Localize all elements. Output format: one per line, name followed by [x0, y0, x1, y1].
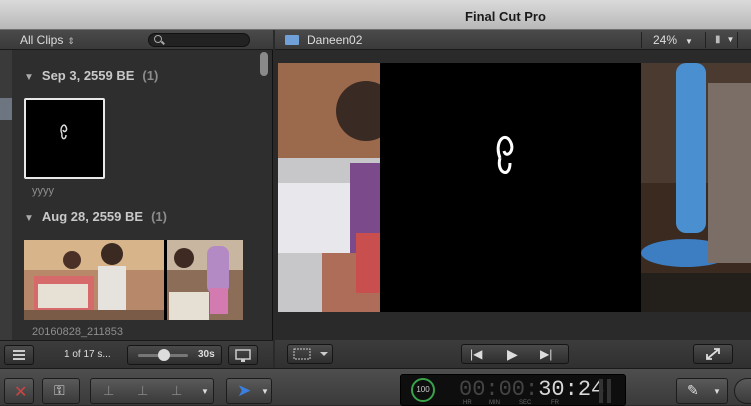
event-group-header[interactable]: ▼ Sep 3, 2559 BE (1) [24, 68, 158, 83]
crop-icon [293, 348, 328, 360]
list-view-icon [13, 350, 25, 360]
browser-search-field[interactable] [148, 33, 250, 47]
divider [737, 32, 738, 48]
fullscreen-button[interactable] [693, 344, 733, 364]
connect-clip-button[interactable]: ⊥ [103, 383, 114, 399]
append-clip-button[interactable]: ⊥ [171, 383, 182, 399]
zoom-dropdown[interactable]: 24% ▼ [653, 33, 693, 47]
clip-appearance-button[interactable] [228, 345, 258, 365]
chevron-down-icon: ▼ [685, 37, 693, 46]
viewer-clip-name: Daneen02 [307, 33, 363, 47]
video-frame [278, 63, 751, 312]
clapper-icon [285, 35, 299, 45]
viewer-footer: |◀ ▶ ▶| [275, 340, 751, 368]
go-to-end-button[interactable]: ▶| [540, 347, 552, 361]
timecode-unit-sec: SEC [519, 400, 532, 406]
selection-status: 1 of 17 s... [64, 349, 111, 360]
magic-wand-icon: ✎ [687, 382, 699, 398]
clip-label: 20160828_211853 [32, 326, 123, 338]
divider [705, 32, 706, 48]
keyword-editor-button[interactable]: ⚿ [42, 378, 80, 404]
zoom-level: 24% [653, 33, 678, 47]
timecode-unit-min: MIN [489, 400, 500, 406]
gauge-value: 100 [416, 385, 430, 394]
clip-filter-label: All Clips [20, 33, 64, 47]
play-button[interactable]: ▶ [507, 346, 518, 363]
browser-header: All Clips ⇕ [0, 30, 273, 50]
stepper-arrows-icon: ⇕ [67, 36, 75, 46]
filmstrip-frames [24, 240, 243, 320]
app-title: Final Cut Pro [465, 9, 546, 24]
chevron-down-icon: ▼ [713, 387, 721, 396]
disclosure-triangle-icon[interactable]: ▼ [24, 72, 34, 83]
library-sidebar-edge[interactable] [0, 50, 12, 368]
key-icon: ⚿ [54, 382, 65, 398]
viewer-canvas[interactable] [278, 63, 751, 312]
group-date: Aug 28, 2559 BE [41, 209, 144, 224]
viewer-panel: Daneen02 24% ▼ ▮ ▼ |◀ ▶ ▶| [275, 30, 751, 368]
go-to-start-button[interactable]: |◀ [470, 347, 482, 361]
main-toolbar: ✕ ⚿ ⊥ ⊥ ⊥ ▼ ➤ ▼ 100 00:00:30:24 HR MIN S… [0, 368, 751, 406]
event-group-header[interactable]: ▼ Aug 28, 2559 BE (1) [24, 209, 167, 224]
chevron-down-icon[interactable]: ▼ [201, 387, 209, 396]
edit-buttons-group: ⊥ ⊥ ⊥ ▼ [90, 378, 214, 404]
timecode-display[interactable]: 100 00:00:30:24 HR MIN SEC FR [400, 374, 626, 406]
divider [641, 32, 642, 48]
timecode-lit: 30:24 [538, 377, 605, 402]
clip-label: yyyy [32, 185, 54, 197]
transport-controls: |◀ ▶ ▶| [461, 344, 569, 364]
browser-scrollbar[interactable] [260, 52, 268, 76]
clip-filter-dropdown[interactable]: All Clips ⇕ [20, 33, 75, 47]
scribble-icon [60, 124, 68, 140]
background-task-gauge[interactable]: 100 [411, 378, 435, 402]
timecode-unit-hr: HR [463, 400, 472, 406]
fullscreen-icon [706, 348, 720, 360]
audio-meter-right [607, 379, 611, 403]
timecode-dim: 00:00: [459, 377, 539, 402]
close-icon: ✕ [14, 384, 28, 401]
search-icon [154, 35, 162, 43]
chevron-down-icon: ▼ [726, 35, 735, 44]
transform-tools-button[interactable] [287, 344, 333, 364]
chevron-down-icon: ▼ [261, 387, 269, 396]
event-browser: All Clips ⇕ ▼ Sep 3, 2559 BE (1) yyyy ▼ Aug … [0, 30, 273, 368]
list-view-button[interactable] [4, 345, 34, 365]
insert-clip-button[interactable]: ⊥ [137, 383, 148, 399]
reject-button[interactable]: ✕ [4, 378, 34, 404]
group-count: (1) [142, 68, 159, 83]
clip-filmstrip[interactable] [24, 240, 243, 320]
audio-meter-left [599, 379, 603, 403]
disclosure-triangle-icon[interactable]: ▼ [24, 213, 34, 224]
timecode-value: 00:00:30:24 [459, 377, 604, 402]
clip-size-control: 30s [127, 345, 222, 365]
enhancements-button[interactable]: ✎ ▼ [676, 378, 728, 404]
clip-duration-label: 30s [198, 349, 215, 360]
retime-button[interactable] [734, 378, 751, 404]
library-selection [0, 98, 12, 120]
select-tool-button[interactable]: ➤ ▼ [226, 378, 272, 404]
clip-thumbnail-selected[interactable] [24, 98, 105, 179]
group-date: Sep 3, 2559 BE [41, 68, 135, 83]
filmstrip-settings-icon [235, 349, 251, 362]
timecode-unit-fr: FR [551, 400, 559, 406]
browser-footer: 1 of 17 s... 30s [0, 340, 273, 368]
group-count: (1) [151, 209, 167, 224]
clip-size-slider-knob[interactable] [158, 349, 170, 361]
arrow-cursor-icon: ➤ [237, 381, 252, 400]
view-options-button[interactable]: ▮ ▼ [715, 34, 734, 45]
title-bar: Final Cut Pro [0, 0, 751, 30]
viewer-header: Daneen02 24% ▼ ▮ ▼ [275, 30, 751, 50]
view-options-icon: ▮ [715, 34, 721, 45]
